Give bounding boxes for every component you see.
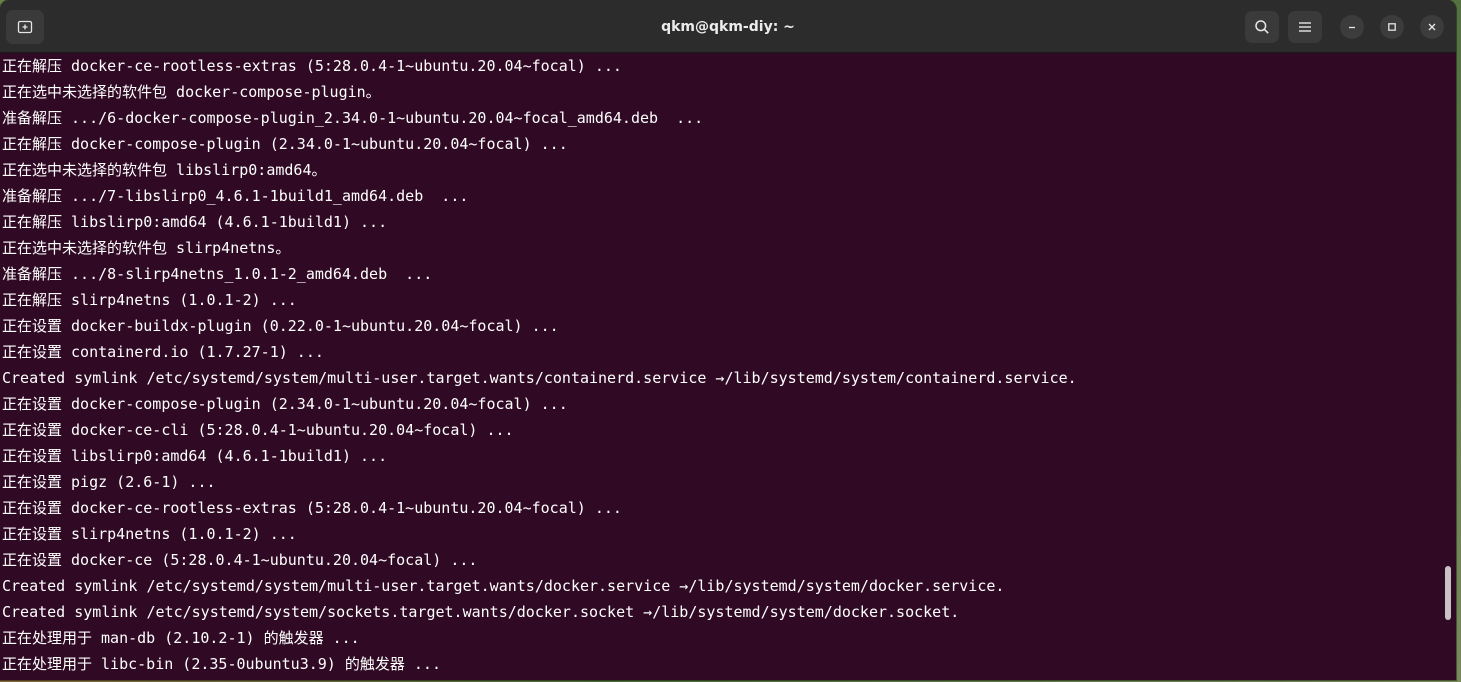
terminal-line: Created symlink /etc/systemd/system/mult… [2,577,1005,595]
new-tab-button[interactable] [6,10,44,44]
maximize-button[interactable] [1380,15,1404,39]
search-icon [1255,20,1269,34]
terminal-line: Created symlink /etc/systemd/system/sock… [2,603,960,621]
terminal-output[interactable]: 正在解压 docker-ce-rootless-extras (5:28.0.4… [0,53,1440,680]
terminal-line: 正在解压 docker-ce-rootless-extras (5:28.0.4… [2,57,622,75]
terminal-line: 正在选中未选择的软件包 slirp4netns。 [2,239,291,257]
close-button[interactable] [1420,15,1444,39]
terminal-line: 正在设置 docker-ce-cli (5:28.0.4-1~ubuntu.20… [2,421,514,439]
terminal-line: Created symlink /etc/systemd/system/mult… [2,369,1077,387]
terminal-line: 正在解压 slirp4netns (1.0.1-2) ... [2,291,297,309]
terminal-line: 准备解压 .../7-libslirp0_4.6.1-1build1_amd64… [2,187,469,205]
search-button[interactable] [1245,11,1279,43]
terminal-line: 正在选中未选择的软件包 libslirp0:amd64。 [2,161,327,179]
minimize-icon [1349,26,1355,29]
titlebar: qkm@qkm-diy: ~ [0,0,1456,53]
terminal-line: 正在设置 containerd.io (1.7.27-1) ... [2,343,324,361]
terminal-line: 正在设置 docker-buildx-plugin (0.22.0-1~ubun… [2,317,559,335]
terminal-line: 准备解压 .../6-docker-compose-plugin_2.34.0-… [2,109,704,127]
terminal-window: qkm@qkm-diy: ~ 正在解压 docker-ce-rootless-e… [0,0,1456,680]
window-title: qkm@qkm-diy: ~ [661,19,795,35]
terminal-line: 正在解压 libslirp0:amd64 (4.6.1-1build1) ... [2,213,388,231]
terminal-line: 正在解压 docker-compose-plugin (2.34.0-1~ubu… [2,135,568,153]
menu-button[interactable] [1288,11,1322,43]
new-tab-icon [17,20,33,34]
terminal-line: 准备解压 .../8-slirp4netns_1.0.1-2_amd64.deb… [2,265,433,283]
scrollbar-thumb[interactable] [1445,566,1451,620]
minimize-button[interactable] [1340,15,1364,39]
terminal-line: 正在选中未选择的软件包 docker-compose-plugin。 [2,83,381,101]
terminal-line: 正在处理用于 man-db (2.10.2-1) 的触发器 ... [2,629,360,647]
terminal-line: 正在设置 libslirp0:amd64 (4.6.1-1build1) ... [2,447,388,465]
terminal-line: 正在设置 docker-ce (5:28.0.4-1~ubuntu.20.04~… [2,551,478,569]
maximize-icon [1388,23,1396,31]
terminal-line: 正在设置 pigz (2.6-1) ... [2,473,216,491]
close-icon [1428,23,1436,31]
hamburger-menu-icon [1299,22,1311,32]
terminal-line: 正在设置 docker-compose-plugin (2.34.0-1~ubu… [2,395,568,413]
terminal-line: 正在设置 slirp4netns (1.0.1-2) ... [2,525,297,543]
terminal-line: 正在设置 docker-ce-rootless-extras (5:28.0.4… [2,499,622,517]
terminal-line: 正在处理用于 libc-bin (2.35-0ubuntu3.9) 的触发器 .… [2,655,441,673]
